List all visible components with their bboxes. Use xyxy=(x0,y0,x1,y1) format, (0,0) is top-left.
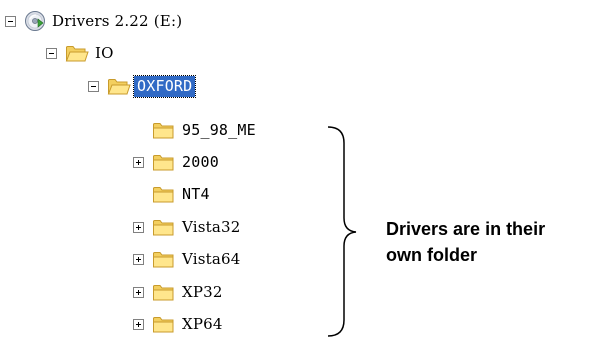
callout-line-1: Drivers are in their xyxy=(386,219,546,239)
callout-text: Drivers are in their own folder xyxy=(386,216,545,268)
callout-line-2: own folder xyxy=(386,245,477,265)
curly-brace-annotation xyxy=(327,126,357,337)
